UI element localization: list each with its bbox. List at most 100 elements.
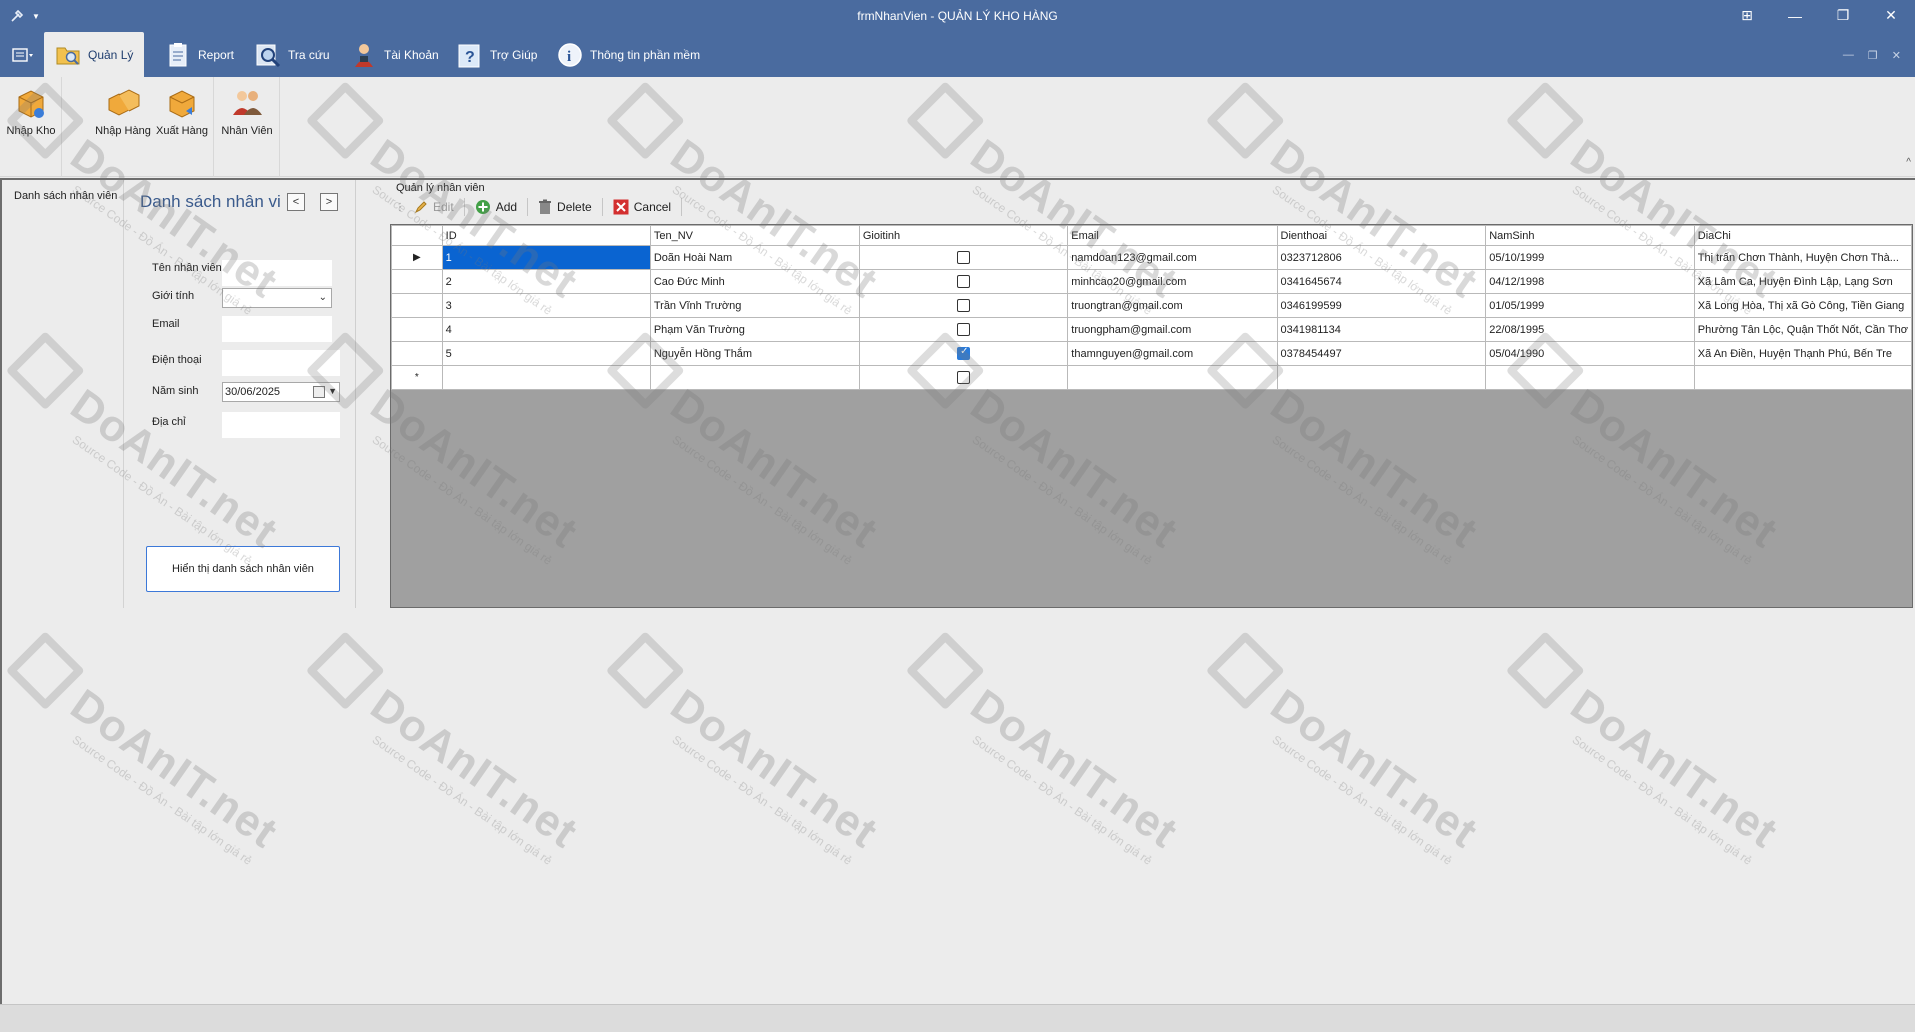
tab-report[interactable]: Report [154, 32, 244, 77]
table-row[interactable]: ▶ 1 Doãn Hoài Nam namdoan123@gmail.com 0… [391, 245, 1912, 270]
tab-tra-cuu[interactable]: Tra cứu [244, 32, 340, 77]
mdi-close-button[interactable]: ✕ [1892, 49, 1901, 62]
cell-gioitinh[interactable] [858, 365, 1069, 390]
cell-gioitinh[interactable] [858, 245, 1069, 270]
calendar-icon[interactable] [313, 386, 325, 398]
column-header[interactable]: DiaChi [1693, 225, 1912, 246]
tab-thong-tin-phan-mem[interactable]: i Thông tin phần mềm [546, 32, 710, 77]
gioitinh-checkbox[interactable] [957, 299, 971, 312]
close-button[interactable]: ✕ [1867, 0, 1915, 31]
cell-dienthoai[interactable]: 0341645674 [1276, 269, 1487, 294]
mdi-minimize-button[interactable]: — [1843, 49, 1854, 62]
cell-diachi[interactable]: Thị trấn Chơn Thành, Huyện Chơn Thà... [1693, 245, 1912, 270]
cell-namsinh[interactable]: 05/04/1990 [1485, 341, 1695, 366]
cell-diachi[interactable]: Phường Tân Lộc, Quận Thốt Nốt, Cần Thơ [1693, 317, 1912, 342]
column-header[interactable]: Email [1067, 225, 1278, 246]
nhan-vien-button[interactable]: Nhân Viên [217, 83, 277, 137]
cell-ten[interactable]: Nguyễn Hồng Thắm [649, 341, 860, 366]
cell-email[interactable]: namdoan123@gmail.com [1067, 245, 1278, 270]
cell-gioitinh[interactable] [858, 317, 1069, 342]
cell-email[interactable]: minhcao20@gmail.com [1067, 269, 1278, 294]
minimize-button[interactable]: — [1771, 0, 1819, 31]
cell-gioitinh[interactable] [858, 341, 1069, 366]
maximize-button[interactable]: ❐ [1819, 0, 1867, 31]
table-row[interactable]: 2 Cao Đức Minh minhcao20@gmail.com 03416… [391, 269, 1912, 294]
row-header[interactable] [391, 341, 443, 366]
nav-item-danh-sach[interactable]: Danh sách nhân viên [14, 190, 117, 202]
column-header[interactable]: NamSinh [1485, 225, 1695, 246]
cell-diachi[interactable]: Xã An Điền, Huyện Thạnh Phú, Bến Tre [1693, 341, 1912, 366]
cell-id[interactable]: 2 [441, 269, 651, 294]
column-header[interactable]: ID [441, 225, 651, 246]
gioitinh-checkbox[interactable] [957, 275, 971, 288]
row-header[interactable] [391, 317, 443, 342]
cell-gioitinh[interactable] [858, 293, 1069, 318]
mdi-restore-button[interactable]: ❐ [1868, 49, 1878, 62]
cell-empty[interactable] [1276, 365, 1487, 390]
cell-empty[interactable] [1485, 365, 1695, 390]
nhap-kho-button[interactable]: Nhập Kho [1, 83, 61, 137]
nhap-hang-button[interactable]: Nhập Hàng [90, 83, 156, 137]
dropdown-arrow-icon[interactable]: ▼ [328, 386, 337, 396]
cell-id[interactable]: 5 [441, 341, 651, 366]
table-row[interactable]: 5 Nguyễn Hồng Thắm thamnguyen@gmail.com … [391, 341, 1912, 366]
gioitinh-checkbox[interactable] [957, 323, 971, 336]
tab-quan-ly[interactable]: Quản Lý [44, 32, 144, 77]
cell-empty[interactable] [1693, 365, 1912, 390]
gioitinh-select[interactable]: ⌄ [222, 288, 332, 308]
cell-dienthoai[interactable]: 0323712806 [1276, 245, 1487, 270]
column-header[interactable]: Ten_NV [649, 225, 860, 246]
row-header[interactable] [391, 269, 443, 294]
restore-layout-icon[interactable]: ⊞ [1723, 0, 1771, 31]
cell-dienthoai[interactable]: 0341981134 [1276, 317, 1487, 342]
cell-email[interactable]: truongtran@gmail.com [1067, 293, 1278, 318]
cell-namsinh[interactable]: 22/08/1995 [1485, 317, 1695, 342]
delete-button[interactable]: Delete [532, 196, 598, 218]
cell-ten[interactable]: Doãn Hoài Nam [649, 245, 860, 270]
table-row[interactable]: 3 Trần Vĩnh Trường truongtran@gmail.com … [391, 293, 1912, 318]
next-arrow-button[interactable]: > [320, 193, 338, 211]
column-header[interactable]: Dienthoai [1276, 225, 1487, 246]
collapse-ribbon-icon[interactable]: ^ [1906, 157, 1911, 168]
gioitinh-checkbox[interactable] [957, 346, 971, 360]
cell-dienthoai[interactable]: 0378454497 [1276, 341, 1487, 366]
row-header[interactable] [391, 293, 443, 318]
cell-dienthoai[interactable]: 0346199599 [1276, 293, 1487, 318]
prev-arrow-button[interactable]: < [287, 193, 305, 211]
application-menu-button[interactable] [8, 43, 38, 67]
tab-tai-khoan[interactable]: Tài Khoản [340, 32, 449, 77]
cell-namsinh[interactable]: 01/05/1999 [1485, 293, 1695, 318]
add-button[interactable]: Add [469, 196, 523, 218]
new-row-asterisk-icon[interactable]: * [391, 365, 443, 390]
cell-namsinh[interactable]: 05/10/1999 [1485, 245, 1695, 270]
cell-email[interactable]: truongpham@gmail.com [1067, 317, 1278, 342]
cell-id[interactable]: 1 [441, 245, 651, 270]
dienthoai-input[interactable] [222, 350, 340, 376]
column-header[interactable]: Gioitinh [858, 225, 1069, 246]
cell-id[interactable]: 3 [441, 293, 651, 318]
cancel-button[interactable]: Cancel [607, 196, 677, 218]
email-input[interactable] [222, 316, 332, 342]
cell-ten[interactable]: Phạm Văn Trường [649, 317, 860, 342]
cell-id[interactable]: 4 [441, 317, 651, 342]
diachi-input[interactable] [222, 412, 340, 438]
cell-empty[interactable] [441, 365, 651, 390]
ten-input[interactable] [222, 260, 332, 286]
cell-diachi[interactable]: Xã Lâm Ca, Huyện Đình Lập, Lạng Sơn [1693, 269, 1912, 294]
table-row[interactable]: 4 Phạm Văn Trường truongpham@gmail.com 0… [391, 317, 1912, 342]
cell-ten[interactable]: Cao Đức Minh [649, 269, 860, 294]
cell-email[interactable]: thamnguyen@gmail.com [1067, 341, 1278, 366]
current-row-indicator-icon[interactable]: ▶ [391, 245, 443, 270]
show-employee-list-button[interactable]: Hiển thị danh sách nhân viên [146, 546, 340, 592]
cell-ten[interactable]: Trần Vĩnh Trường [649, 293, 860, 318]
tab-tro-giup[interactable]: ? Trợ Giúp [446, 32, 547, 77]
cell-empty[interactable] [649, 365, 860, 390]
cell-gioitinh[interactable] [858, 269, 1069, 294]
xuat-hang-button[interactable]: Xuất Hàng [152, 83, 212, 137]
new-row[interactable]: * [391, 365, 1912, 390]
gioitinh-checkbox[interactable] [957, 251, 971, 264]
gioitinh-checkbox[interactable] [957, 371, 971, 384]
cell-empty[interactable] [1067, 365, 1278, 390]
row-header-corner[interactable] [391, 225, 443, 246]
cell-diachi[interactable]: Xã Long Hòa, Thị xã Gò Công, Tiền Giang [1693, 293, 1912, 318]
